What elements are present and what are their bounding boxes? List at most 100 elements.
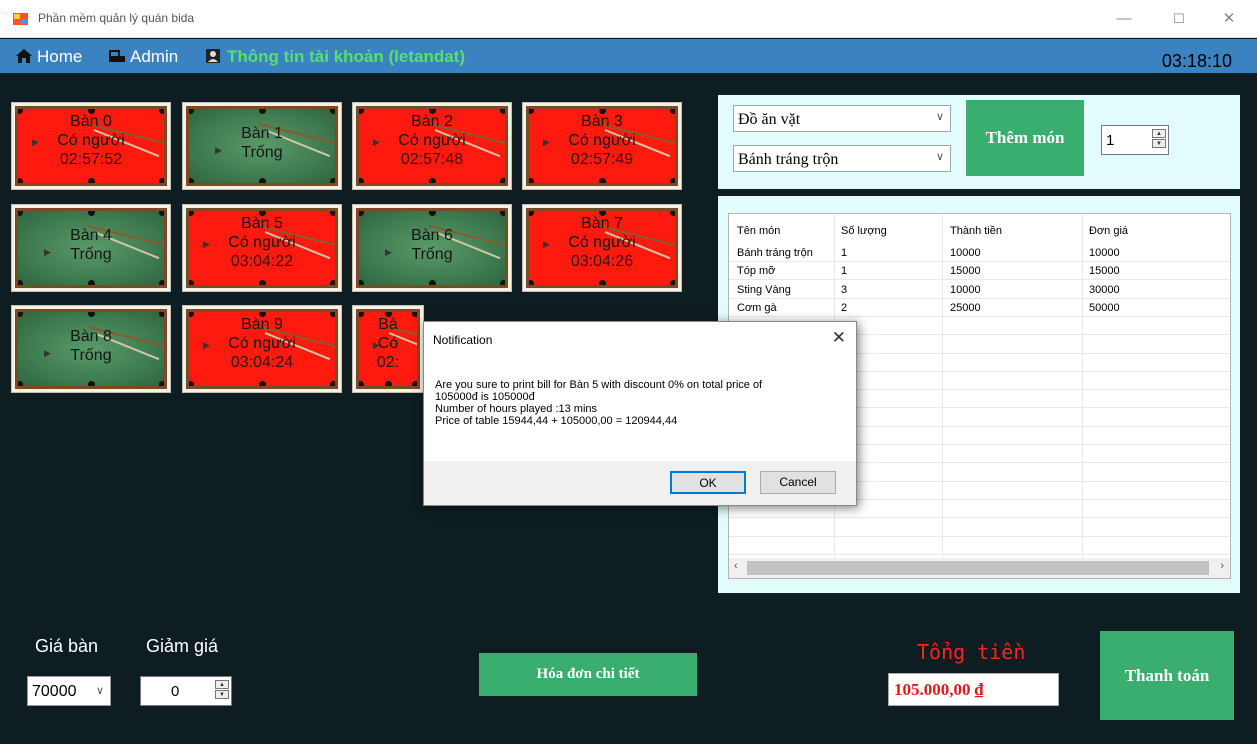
- horizontal-scrollbar[interactable]: ‹ ›: [729, 558, 1230, 578]
- pocket-icon: [529, 280, 534, 285]
- spin-up-icon[interactable]: ▲: [1152, 129, 1166, 138]
- pocket-icon: [18, 312, 23, 317]
- table-time: 02:: [376, 354, 400, 371]
- column-header[interactable]: Đơn giá: [1089, 225, 1128, 237]
- app-icon: [13, 13, 28, 25]
- close-icon[interactable]: ✕: [832, 328, 846, 348]
- close-window-button[interactable]: ✕: [1214, 8, 1244, 30]
- food-value: Bánh tráng trộn: [738, 151, 839, 168]
- pocket-icon: [189, 381, 194, 386]
- bill-detail-button[interactable]: Hóa đơn chi tiết: [479, 653, 697, 696]
- billiard-table[interactable]: ▶ Bàn 9 Có người 03:04:24: [182, 305, 342, 393]
- billiard-table[interactable]: ▶ Bàn 5 Có người 03:04:22: [182, 204, 342, 292]
- table-cell: 30000: [1089, 283, 1120, 296]
- table-time: 02:57:52: [59, 151, 123, 168]
- pocket-icon: [359, 178, 364, 183]
- table-row[interactable]: [729, 519, 1229, 537]
- pocket-icon: [359, 211, 364, 216]
- pocket-icon: [500, 211, 505, 216]
- pocket-icon: [500, 280, 505, 285]
- table-cell: 15000: [1089, 265, 1120, 278]
- dialog-footer: OK Cancel: [424, 461, 856, 505]
- table-cell: 25000: [950, 301, 981, 314]
- billiard-table[interactable]: ▶ Bàn 6 Trống: [352, 204, 512, 292]
- spin-down-icon[interactable]: ▼: [215, 690, 229, 699]
- quantity-stepper[interactable]: 1 ▲ ▼: [1101, 125, 1169, 155]
- billiard-table[interactable]: ▶ Bàn 0 Có người 02:57:52: [11, 102, 171, 190]
- chevron-down-icon: ∨: [935, 110, 944, 123]
- food-select[interactable]: Bánh tráng trộn ∨: [733, 145, 951, 172]
- menu-admin[interactable]: Admin: [108, 47, 178, 69]
- pocket-icon: [259, 381, 266, 386]
- billiard-table[interactable]: ▶ Bàn 8 Trống: [11, 305, 171, 393]
- table-cell: 10000: [950, 283, 981, 296]
- window-titlebar: Phần mềm quản lý quán bida — ☐ ✕: [0, 0, 1257, 38]
- order-panel: Đồ ăn vặt ∨ Bánh tráng trộn ∨ Thêm món 1 ▲…: [718, 95, 1240, 189]
- maximize-button[interactable]: ☐: [1164, 8, 1194, 30]
- admin-icon: [108, 48, 126, 69]
- dialog-message: Are you sure to print bill for Bàn 5 wit…: [435, 379, 845, 427]
- pay-button[interactable]: Thanh toán: [1100, 631, 1234, 720]
- table-price-select[interactable]: 70000 ∨: [27, 676, 111, 706]
- billiard-table[interactable]: ▶ Bà Có 02:: [352, 305, 424, 393]
- ok-button[interactable]: OK: [670, 471, 746, 494]
- table-row[interactable]: Bánh tráng trộn 1 10000 10000: [729, 244, 1229, 262]
- table-status: Trống: [411, 246, 453, 263]
- spin-down-icon[interactable]: ▼: [1152, 139, 1166, 148]
- category-select[interactable]: Đồ ăn vặt ∨: [733, 105, 951, 132]
- billiard-table[interactable]: ▶ Bàn 1 Trống: [182, 102, 342, 190]
- menu-account-label: Thông tin tài khoản (letandat): [227, 47, 465, 66]
- discount-stepper[interactable]: 0 ▲ ▼: [140, 676, 232, 706]
- table-price-value: 70000: [32, 683, 77, 700]
- table-name: Bàn 0: [70, 113, 112, 130]
- pocket-icon: [330, 381, 335, 386]
- pocket-icon: [330, 178, 335, 183]
- billiard-table[interactable]: ▶ Bàn 3 Có người 02:57:49: [522, 102, 682, 190]
- table-row[interactable]: Sting Vàng 3 10000 30000: [729, 281, 1229, 299]
- home-icon: [15, 48, 33, 69]
- billiard-table[interactable]: ▶ Bàn 7 Có người 03:04:26: [522, 204, 682, 292]
- table-price-label: Giá bàn: [35, 636, 99, 656]
- table-time: 03:04:22: [230, 253, 294, 270]
- table-cell: 50000: [1089, 301, 1120, 314]
- scroll-left-icon[interactable]: ‹: [734, 560, 738, 572]
- scroll-thumb[interactable]: [747, 561, 1209, 575]
- billiard-table[interactable]: ▶ Bàn 2 Có người 02:57:48: [352, 102, 512, 190]
- table-felt-occupied: ▶ Bàn 2 Có người 02:57:48: [356, 106, 508, 186]
- pocket-icon: [159, 211, 164, 216]
- table-cell: Bánh tráng trộn: [737, 247, 813, 259]
- menu-account[interactable]: Thông tin tài khoản (letandat): [205, 47, 465, 69]
- scroll-right-icon[interactable]: ›: [1220, 560, 1224, 572]
- table-row[interactable]: Tóp mỡ 1 15000 15000: [729, 262, 1229, 281]
- pocket-icon: [88, 211, 95, 216]
- table-cell: Sting Vàng: [737, 283, 791, 296]
- pocket-icon: [259, 178, 266, 183]
- column-header[interactable]: Số lượng: [841, 225, 887, 237]
- pocket-icon: [500, 178, 505, 183]
- column-header[interactable]: Tên món: [737, 225, 780, 237]
- add-food-button[interactable]: Thêm món: [966, 100, 1084, 176]
- pocket-icon: [599, 280, 606, 285]
- pocket-icon: [429, 211, 436, 216]
- table-status: Có người: [568, 234, 636, 251]
- pocket-icon: [670, 178, 675, 183]
- column-header[interactable]: Thành tiền: [950, 225, 1002, 237]
- cancel-button[interactable]: Cancel: [760, 471, 836, 494]
- table-felt-empty: ▶ Bàn 8 Trống: [15, 309, 167, 389]
- table-felt-occupied: ▶ Bà Có 02:: [356, 309, 420, 389]
- table-status: Có: [377, 335, 399, 352]
- spin-up-icon[interactable]: ▲: [215, 680, 229, 689]
- table-name: Bàn 8: [70, 328, 112, 345]
- table-row[interactable]: Cơm gà 2 25000 50000: [729, 299, 1229, 317]
- table-status: Có người: [568, 132, 636, 149]
- table-row[interactable]: [729, 537, 1229, 555]
- dialog-message-line: 105000đ is 105000đ: [435, 391, 535, 403]
- minimize-button[interactable]: —: [1109, 8, 1139, 30]
- table-cell: 1: [841, 247, 848, 259]
- menu-home[interactable]: Home: [15, 47, 82, 69]
- discount-label: Giảm giá: [146, 636, 219, 656]
- table-cell: Cơm gà: [737, 301, 777, 314]
- billiard-table[interactable]: ▶ Bàn 4 Trống: [11, 204, 171, 292]
- dialog-message-line: Price of table 15944,44 + 105000,00 = 12…: [435, 415, 678, 427]
- table-felt-occupied: ▶ Bàn 3 Có người 02:57:49: [526, 106, 678, 186]
